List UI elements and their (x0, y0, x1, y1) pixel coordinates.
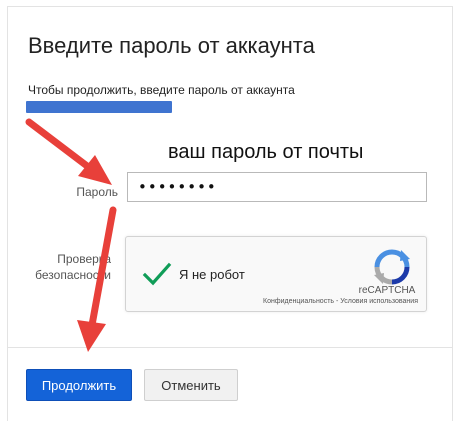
privacy-link[interactable]: Конфиденциальность (263, 298, 334, 305)
cancel-button[interactable]: Отменить (144, 369, 238, 401)
recaptcha-widget: Я не робот reCAPTCHA Конфиденциальность … (125, 236, 427, 312)
dialog-title: Введите пароль от аккаунта (28, 33, 315, 58)
security-check-label: Проверка безопасности (18, 251, 111, 283)
recaptcha-links: Конфиденциальность - Условия использован… (263, 298, 418, 305)
password-field[interactable] (127, 172, 427, 202)
page: Введите пароль от аккаунта Чтобы продолж… (0, 0, 458, 437)
annotation-text: ваш пароль от почты (168, 141, 364, 163)
security-check-label-line1: Проверка (57, 252, 111, 266)
terms-link[interactable]: Условия использования (340, 298, 418, 305)
password-dialog: Введите пароль от аккаунта Чтобы продолж… (7, 6, 453, 421)
recaptcha-label: Я не робот (179, 267, 245, 282)
password-label: Пароль (76, 185, 118, 199)
continue-button[interactable]: Продолжить (26, 369, 132, 401)
security-check-label-line2: безопасности (35, 268, 111, 282)
dialog-subtitle: Чтобы продолжить, введите пароль от акка… (28, 83, 295, 97)
redaction-highlight (26, 101, 172, 113)
recaptcha-logo-icon (374, 249, 410, 285)
footer-divider (8, 347, 452, 348)
recaptcha-brand: reCAPTCHA (358, 285, 416, 296)
checkmark-icon[interactable] (142, 259, 172, 289)
